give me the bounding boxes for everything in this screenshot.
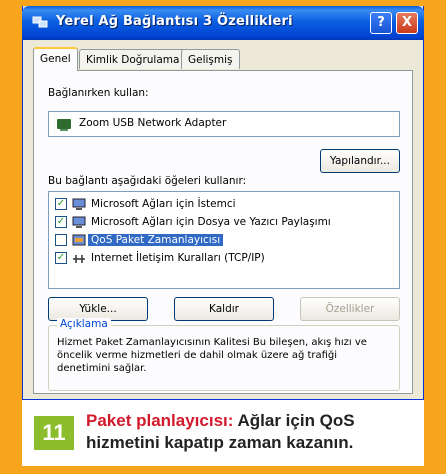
caption-box: 11 Paket planlayıcısı: Ağlar için QoS hi… xyxy=(22,400,424,466)
list-item[interactable]: QoS Paket Zamanlayıcısı xyxy=(55,232,385,250)
components-list: ✓ Microsoft Ağları için İstemci ✓ Micros… xyxy=(48,191,400,289)
list-item[interactable]: ✓ Microsoft Ağları için İstemci xyxy=(55,196,385,214)
configure-button[interactable]: Yapılandır... xyxy=(320,149,400,173)
description-text: Hizmet Paket Zamanlayıcısının Kalitesi B… xyxy=(57,337,367,374)
client-icon xyxy=(72,198,86,210)
qos-scheduler-icon xyxy=(72,234,86,246)
window-title: Yerel Ağ Bağlantısı 3 Özellikleri xyxy=(56,14,293,29)
file-printer-sharing-icon xyxy=(72,216,86,228)
properties-button[interactable]: Özellikler xyxy=(300,297,400,321)
tab-advanced[interactable]: Gelişmiş xyxy=(181,49,240,69)
adapter-name: Zoom USB Network Adapter xyxy=(79,117,227,129)
close-button[interactable]: X xyxy=(396,12,418,34)
network-adapter-icon xyxy=(57,119,71,131)
protocol-icon xyxy=(73,255,85,263)
caption-highlight: Paket planlayıcısı: xyxy=(86,411,234,430)
items-label: Bu bağlantı aşağıdaki öğeleri kullanır: xyxy=(48,175,247,187)
tab-authentication[interactable]: Kimlik Doğrulama xyxy=(79,49,187,69)
description-title: Açıklama xyxy=(57,318,111,330)
caption-number-badge: 11 xyxy=(34,416,74,450)
tab-general[interactable]: Genel xyxy=(33,47,78,71)
checkbox[interactable]: ✓ xyxy=(55,216,67,228)
list-item[interactable]: ✓ Microsoft Ağları için Dosya ve Yazıcı … xyxy=(55,214,385,232)
caption-text-block: Paket planlayıcısı: Ağlar için QoS hizme… xyxy=(86,410,416,454)
properties-window: Yerel Ağ Bağlantısı 3 Özellikleri ? X Ge… xyxy=(22,6,424,400)
adapter-field: Zoom USB Network Adapter xyxy=(48,111,400,137)
general-panel: Bağlanırken kullan: Zoom USB Network Ada… xyxy=(33,70,413,394)
checkbox[interactable]: ✓ xyxy=(55,198,67,210)
title-bar[interactable]: Yerel Ağ Bağlantısı 3 Özellikleri ? X xyxy=(22,6,424,40)
help-button[interactable]: ? xyxy=(370,12,392,34)
checkbox[interactable] xyxy=(55,234,67,246)
description-group: Açıklama Hizmet Paket Zamanlayıcısının K… xyxy=(48,318,400,391)
connect-using-label: Bağlanırken kullan: xyxy=(48,87,149,99)
item-label: QoS Paket Zamanlayıcısı xyxy=(88,234,224,246)
item-label: Internet İletişim Kuralları (TCP/IP) xyxy=(91,252,265,264)
checkbox[interactable]: ✓ xyxy=(55,252,67,264)
network-connection-icon xyxy=(32,16,48,28)
list-item[interactable]: ✓ Internet İletişim Kuralları (TCP/IP) xyxy=(55,250,385,268)
item-label: Microsoft Ağları için İstemci xyxy=(91,198,236,210)
uninstall-button[interactable]: Kaldır xyxy=(174,297,274,321)
item-label: Microsoft Ağları için Dosya ve Yazıcı Pa… xyxy=(91,216,331,228)
